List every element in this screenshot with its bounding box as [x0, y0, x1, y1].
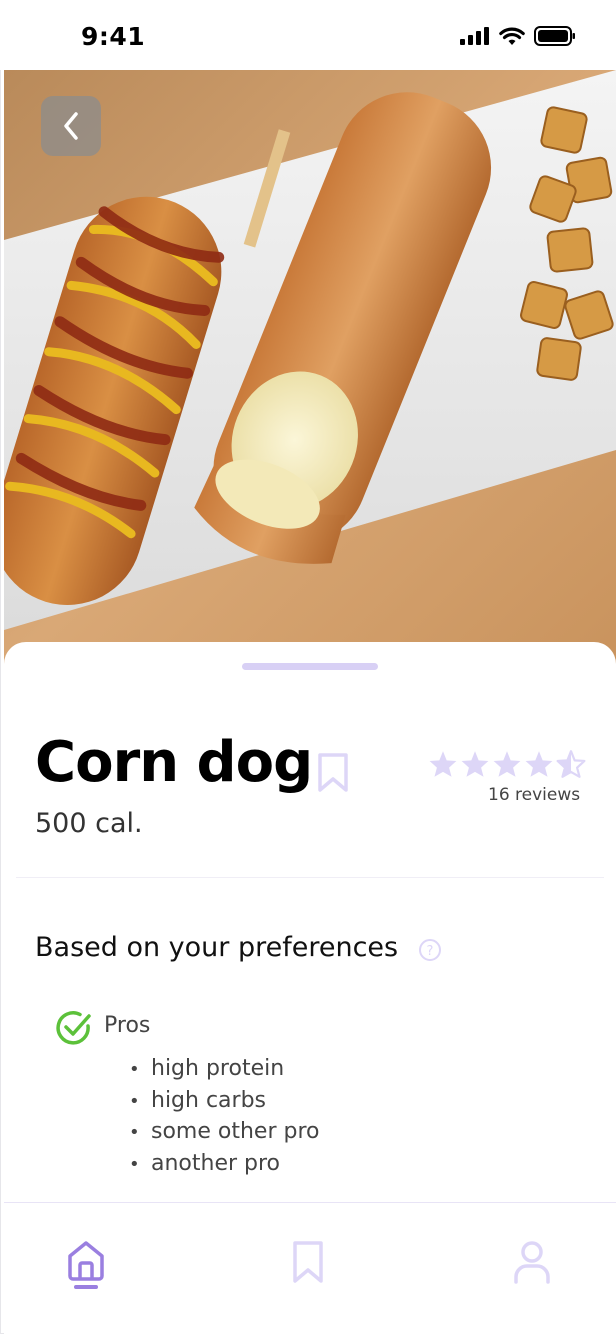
- help-icon[interactable]: ?: [418, 938, 442, 962]
- star-rating: [428, 750, 586, 778]
- bookmark-icon[interactable]: [316, 752, 350, 794]
- star-icon: [461, 751, 489, 777]
- review-count[interactable]: 16 reviews: [488, 785, 580, 805]
- bottom-nav: [4, 1202, 616, 1335]
- list-item: • some other pro: [129, 1119, 320, 1144]
- pros-label: Pros: [104, 1013, 151, 1038]
- section-divider: [16, 877, 604, 878]
- food-photo: [4, 70, 616, 670]
- star-half-icon: [556, 750, 586, 778]
- back-button[interactable]: [41, 96, 101, 156]
- home-icon: [68, 1241, 104, 1289]
- list-item: • another pro: [129, 1150, 281, 1176]
- preferences-title: Based on your preferences: [35, 932, 399, 963]
- status-time: 9:41: [81, 22, 146, 51]
- food-photo-illustration: [4, 70, 616, 670]
- signal-icon: [460, 27, 489, 45]
- food-name: Corn dog: [35, 730, 313, 795]
- profile-icon: [514, 1241, 550, 1284]
- svg-text:?: ?: [427, 944, 434, 959]
- sheet-drag-handle[interactable]: [242, 663, 378, 670]
- chevron-left-icon: [64, 112, 78, 140]
- list-item: • high carbs: [129, 1087, 267, 1113]
- star-icon: [429, 751, 457, 777]
- battery-icon: [534, 26, 575, 46]
- detail-sheet: Corn dog 500 cal. 16 reviews Based on yo…: [4, 642, 616, 1202]
- wifi-icon: [499, 27, 525, 45]
- nav-saved[interactable]: [291, 1239, 325, 1289]
- pros-list: • high protein • high carbs • some other pr…: [129, 1053, 319, 1179]
- bookmark-icon: [293, 1241, 323, 1283]
- calories: 500 cal.: [35, 808, 143, 839]
- check-circle-icon: [56, 1011, 91, 1045]
- list-item: • high protein: [129, 1056, 285, 1081]
- status-bar: 9:41: [0, 0, 616, 70]
- star-icon: [493, 751, 521, 777]
- star-icon: [525, 751, 553, 777]
- nav-profile[interactable]: [513, 1239, 551, 1289]
- status-icons: [460, 26, 576, 46]
- nav-home[interactable]: [66, 1239, 106, 1295]
